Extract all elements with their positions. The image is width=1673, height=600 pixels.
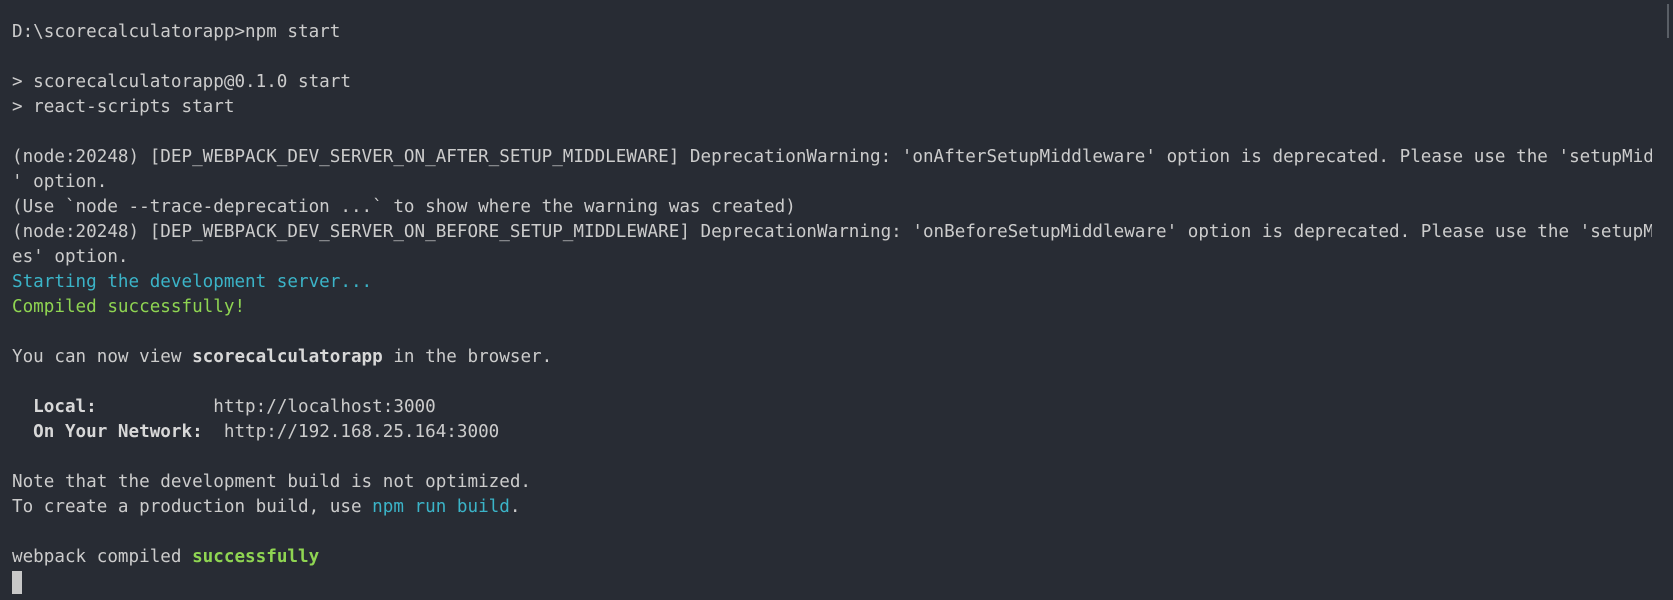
compiled-success-message: Compiled successfully!: [12, 297, 246, 317]
network-spacer: [203, 422, 224, 442]
npm-run-build-command: npm run build: [372, 497, 510, 517]
terminal-output: D:\scorecalculatorapp>npm start > scorec…: [12, 20, 1652, 595]
trace-deprecation-hint: (Use `node --trace-deprecation ...` to s…: [12, 197, 796, 217]
view-in-browser-line: You can now view scorecalculatorapp in t…: [12, 345, 1652, 370]
production-build-line: To create a production build, use npm ru…: [12, 495, 1652, 520]
network-url-line: On Your Network: http://192.168.25.164:3…: [12, 420, 1652, 445]
network-label: On Your Network:: [12, 422, 203, 442]
webpack-status-value: successfully: [192, 547, 320, 567]
webpack-status-line: webpack compiled successfully: [12, 545, 1652, 570]
local-spacer: [97, 397, 214, 417]
deprecation-warning-wrap: ' option.: [12, 172, 108, 192]
terminal-window[interactable]: D:\scorecalculatorapp>npm start > scorec…: [0, 0, 1673, 600]
view-suffix: in the browser.: [382, 347, 553, 367]
dev-build-note: Note that the development build is not o…: [12, 472, 532, 492]
webpack-status-prefix: webpack compiled: [12, 547, 193, 567]
deprecation-warning-line: (node:20248) [DEP_WEBPACK_DEV_SERVER_ON_…: [12, 147, 1652, 167]
network-url-link[interactable]: http://192.168.25.164:3000: [224, 422, 499, 442]
local-url-link[interactable]: http://localhost:3000: [213, 397, 435, 417]
starting-server-message: Starting the development server...: [12, 272, 373, 292]
command-line: D:\scorecalculatorapp>npm start: [12, 22, 341, 42]
text-cursor: [12, 571, 22, 594]
script-command-line: > react-scripts start: [12, 97, 235, 117]
local-url-line: Local: http://localhost:3000: [12, 395, 1652, 420]
production-suffix: .: [509, 497, 521, 517]
deprecation-warning-line: (node:20248) [DEP_WEBPACK_DEV_SERVER_ON_…: [12, 222, 1652, 242]
script-name-line: > scorecalculatorapp@0.1.0 start: [12, 72, 351, 92]
production-prefix: To create a production build, use: [12, 497, 373, 517]
local-label: Local:: [12, 397, 97, 417]
deprecation-warning-wrap: es' option.: [12, 247, 129, 267]
scrollbar-thumb[interactable]: [1667, 4, 1669, 38]
view-prefix: You can now view: [12, 347, 193, 367]
app-name: scorecalculatorapp: [192, 347, 383, 367]
cursor-line[interactable]: [12, 570, 1652, 595]
scrollbar[interactable]: [1659, 0, 1673, 600]
